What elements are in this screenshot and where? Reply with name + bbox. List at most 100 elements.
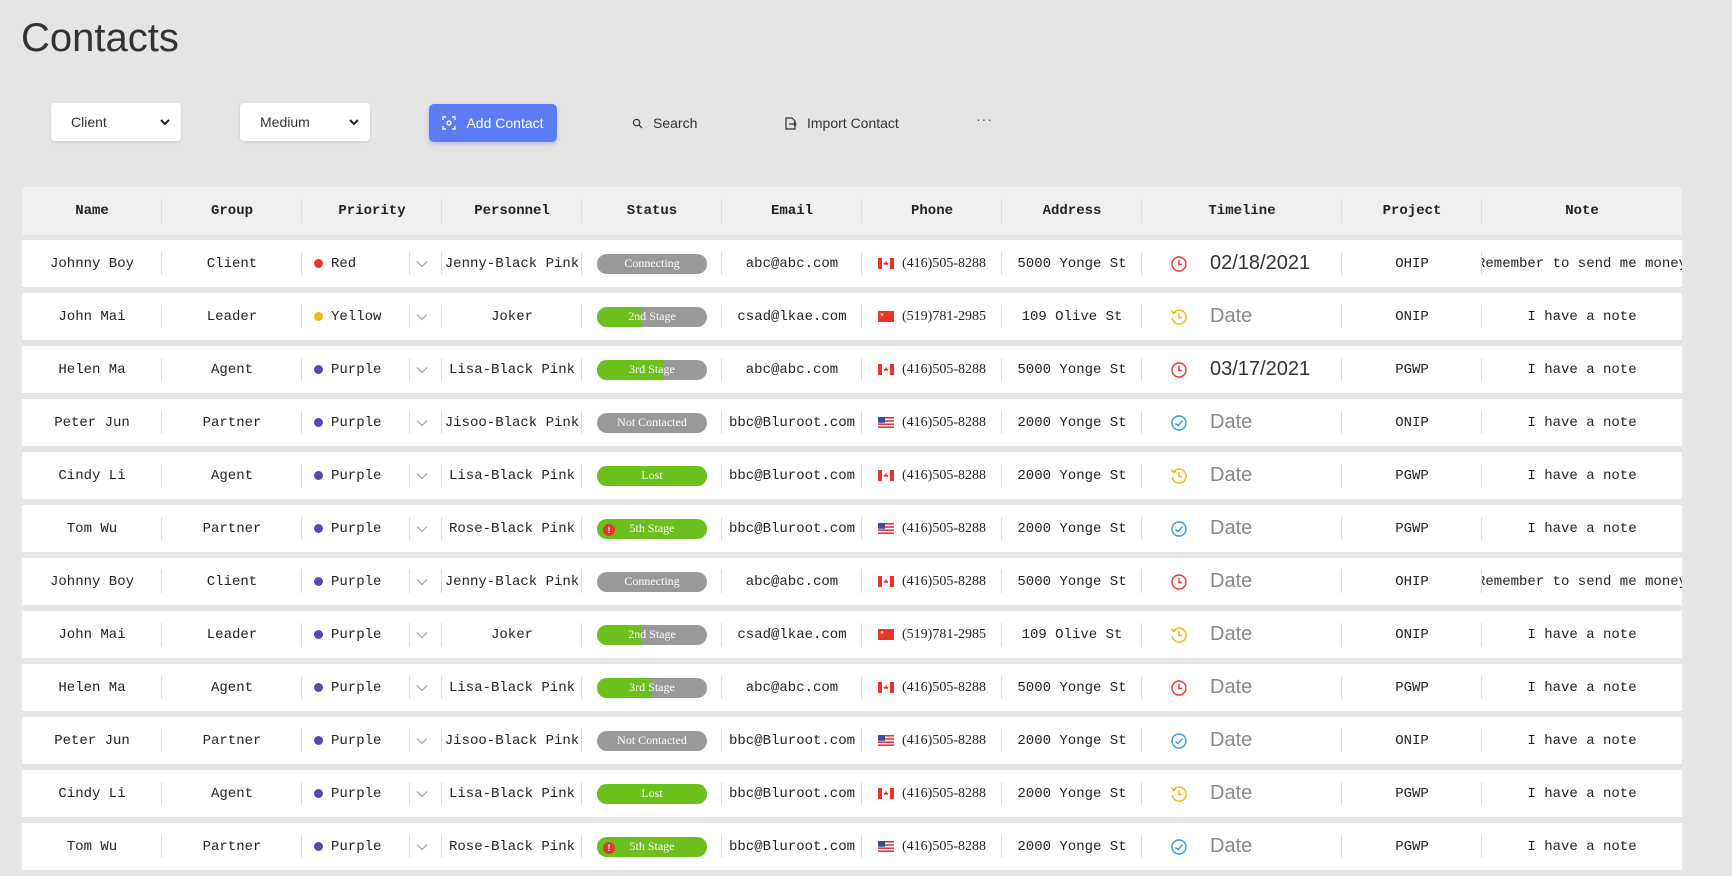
alarm-clock-icon[interactable]	[1170, 573, 1188, 591]
priority-dropdown[interactable]	[409, 464, 434, 487]
status-progress-pill[interactable]: Not Contacted	[597, 730, 707, 751]
status-progress-pill[interactable]: Lost	[597, 465, 707, 486]
history-icon[interactable]	[1170, 785, 1188, 803]
timeline-date-field[interactable]: Date	[1210, 623, 1252, 646]
table-row[interactable]: Cindy Li Agent Purple Lisa-Black Pink Lost bb…	[22, 770, 1682, 817]
priority-cell[interactable]: Purple	[302, 664, 442, 711]
priority-dropdown[interactable]	[409, 835, 434, 858]
contact-phone[interactable]: (416)505-8288	[902, 680, 986, 696]
contact-email[interactable]: bbc@Bluroot.com	[722, 399, 862, 446]
column-header[interactable]: Status	[582, 187, 722, 235]
contact-phone[interactable]: (416)505-8288	[902, 521, 986, 537]
timeline-date-field[interactable]: Date	[1210, 464, 1252, 487]
timeline-date-field[interactable]: 02/18/2021	[1210, 252, 1310, 275]
check-circle-icon[interactable]	[1170, 732, 1188, 750]
timeline-date-field[interactable]: 03/17/2021	[1210, 358, 1310, 381]
status-progress-pill[interactable]: ! 5th Stage	[597, 836, 707, 857]
alarm-clock-icon[interactable]	[1170, 679, 1188, 697]
priority-cell[interactable]: Red	[302, 240, 442, 287]
priority-cell[interactable]: Purple	[302, 611, 442, 658]
timeline-date-field[interactable]: Date	[1210, 835, 1252, 858]
priority-dropdown[interactable]	[409, 729, 434, 752]
timeline-date-field[interactable]: Date	[1210, 517, 1252, 540]
timeline-date-field[interactable]: Date	[1210, 676, 1252, 699]
table-row[interactable]: Tom Wu Partner Purple Rose-Black Pink! 5th S…	[22, 505, 1682, 552]
contact-email[interactable]: abc@abc.com	[722, 240, 862, 287]
contact-email[interactable]: abc@abc.com	[722, 664, 862, 711]
alarm-clock-icon[interactable]	[1170, 361, 1188, 379]
contact-email[interactable]: bbc@Bluroot.com	[722, 770, 862, 817]
priority-cell[interactable]: Purple	[302, 717, 442, 764]
contact-phone[interactable]: (416)505-8288	[902, 786, 986, 802]
priority-dropdown[interactable]	[409, 782, 434, 805]
priority-cell[interactable]: Purple	[302, 399, 442, 446]
more-options-button[interactable]: ···	[976, 111, 993, 127]
timeline-date-field[interactable]: Date	[1210, 570, 1252, 593]
status-progress-pill[interactable]: ! 5th Stage	[597, 518, 707, 539]
history-icon[interactable]	[1170, 308, 1188, 326]
column-header[interactable]: Phone	[862, 187, 1002, 235]
status-progress-pill[interactable]: 3rd Stage	[597, 677, 707, 698]
contact-phone[interactable]: (416)505-8288	[902, 468, 986, 484]
status-progress-pill[interactable]: Not Contacted	[597, 412, 707, 433]
timeline-date-field[interactable]: Date	[1210, 305, 1252, 328]
contact-email[interactable]: csad@lkae.com	[722, 293, 862, 340]
history-icon[interactable]	[1170, 467, 1188, 485]
timeline-date-field[interactable]: Date	[1210, 411, 1252, 434]
status-progress-pill[interactable]: Connecting	[597, 571, 707, 592]
table-row[interactable]: Cindy Li Agent Purple Lisa-Black Pink Lost bb…	[22, 452, 1682, 499]
priority-dropdown[interactable]	[409, 570, 434, 593]
priority-dropdown[interactable]	[409, 252, 434, 275]
contact-email[interactable]: bbc@Bluroot.com	[722, 452, 862, 499]
priority-cell[interactable]: Yellow	[302, 293, 442, 340]
column-header[interactable]: Timeline	[1142, 187, 1342, 235]
status-progress-pill[interactable]: Connecting	[597, 253, 707, 274]
table-row[interactable]: John Mai Leader Purple Joker 2nd Stage csad@l…	[22, 611, 1682, 658]
priority-dropdown[interactable]	[409, 305, 434, 328]
contact-email[interactable]: abc@abc.com	[722, 558, 862, 605]
priority-cell[interactable]: Purple	[302, 452, 442, 499]
contact-phone[interactable]: (416)505-8288	[902, 256, 986, 272]
contact-phone[interactable]: (519)781-2985	[902, 627, 986, 643]
contact-email[interactable]: bbc@Bluroot.com	[722, 717, 862, 764]
contact-phone[interactable]: (416)505-8288	[902, 839, 986, 855]
table-row[interactable]: Peter Jun Partner Purple Jisoo-Black Pink No…	[22, 717, 1682, 764]
priority-cell[interactable]: Purple	[302, 770, 442, 817]
priority-dropdown[interactable]	[409, 358, 434, 381]
column-header[interactable]: Personnel	[442, 187, 582, 235]
status-progress-pill[interactable]: 2nd Stage	[597, 306, 707, 327]
contact-phone[interactable]: (416)505-8288	[902, 362, 986, 378]
group-select[interactable]: Client	[51, 103, 181, 141]
priority-dropdown[interactable]	[409, 411, 434, 434]
history-icon[interactable]	[1170, 626, 1188, 644]
status-progress-pill[interactable]: Lost	[597, 783, 707, 804]
priority-select[interactable]: Medium	[240, 103, 370, 141]
column-header[interactable]: Email	[722, 187, 862, 235]
check-circle-icon[interactable]	[1170, 414, 1188, 432]
search-button[interactable]: Search	[632, 103, 697, 143]
priority-dropdown[interactable]	[409, 676, 434, 699]
status-progress-pill[interactable]: 3rd Stage	[597, 359, 707, 380]
priority-cell[interactable]: Purple	[302, 558, 442, 605]
table-row[interactable]: Johnny Boy Client Purple Jenny-Black Pink Co…	[22, 558, 1682, 605]
contact-phone[interactable]: (416)505-8288	[902, 733, 986, 749]
priority-cell[interactable]: Purple	[302, 505, 442, 552]
check-circle-icon[interactable]	[1170, 520, 1188, 538]
priority-dropdown[interactable]	[409, 517, 434, 540]
priority-cell[interactable]: Purple	[302, 823, 442, 870]
table-row[interactable]: Helen Ma Agent Purple Lisa-Black Pink 3rd St…	[22, 664, 1682, 711]
status-progress-pill[interactable]: 2nd Stage	[597, 624, 707, 645]
priority-dropdown[interactable]	[409, 623, 434, 646]
table-row[interactable]: Tom Wu Partner Purple Rose-Black Pink! 5th S…	[22, 823, 1682, 870]
table-row[interactable]: Johnny Boy Client Red Jenny-Black Pink Conne…	[22, 240, 1682, 287]
contact-phone[interactable]: (416)505-8288	[902, 574, 986, 590]
contact-phone[interactable]: (416)505-8288	[902, 415, 986, 431]
contact-email[interactable]: csad@lkae.com	[722, 611, 862, 658]
column-header[interactable]: Address	[1002, 187, 1142, 235]
column-header[interactable]: Group	[162, 187, 302, 235]
contact-email[interactable]: bbc@Bluroot.com	[722, 505, 862, 552]
table-row[interactable]: John Mai Leader Yellow Joker 2nd Stage csad@l…	[22, 293, 1682, 340]
alarm-clock-icon[interactable]	[1170, 255, 1188, 273]
add-contact-button[interactable]: Add Contact	[429, 104, 557, 142]
table-row[interactable]: Peter Jun Partner Purple Jisoo-Black Pink No…	[22, 399, 1682, 446]
